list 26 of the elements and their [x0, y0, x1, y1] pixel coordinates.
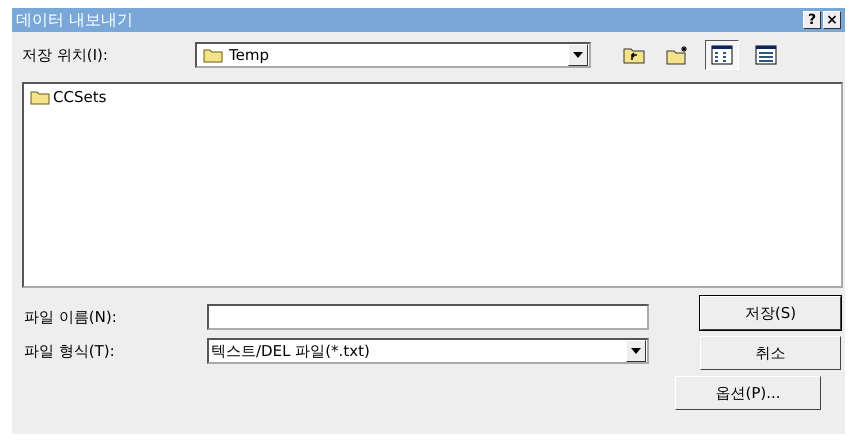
dropdown-button[interactable] — [568, 44, 588, 66]
dropdown-arrow-icon — [631, 348, 641, 354]
dropdown-button[interactable] — [626, 340, 646, 362]
dropdown-arrow-icon — [573, 52, 583, 58]
save-button[interactable]: 저장(S) — [700, 296, 841, 330]
toolbar-button[interactable] — [705, 40, 739, 70]
close-button[interactable]: × — [823, 11, 841, 29]
new-folder-icon — [666, 45, 690, 65]
file-item[interactable]: CCSets — [28, 88, 108, 106]
file-type-value: 텍스트/DEL 파일(*.txt) — [211, 342, 371, 360]
file-name-label: 파일 이름(N): — [24, 308, 118, 326]
save-location-label: 저장 위치(I): — [22, 46, 109, 64]
help-button[interactable]: ? — [803, 11, 821, 29]
file-type-label: 파일 형식(T): — [24, 342, 116, 360]
save-location-value: Temp — [229, 46, 270, 64]
file-name-field[interactable] — [207, 304, 649, 330]
file-type-dropdown[interactable]: 텍스트/DEL 파일(*.txt) — [207, 338, 649, 364]
window-title: 데이터 내보내기 — [16, 10, 134, 30]
up-folder-icon — [623, 46, 645, 64]
list-view-icon — [711, 45, 733, 65]
cancel-button[interactable]: 취소 — [700, 336, 841, 370]
save-location-dropdown[interactable]: Temp — [195, 42, 591, 68]
options-button[interactable]: 옵션(P)... — [675, 376, 821, 410]
folder-icon — [203, 47, 223, 63]
folder-icon — [30, 89, 50, 105]
details-view-icon — [755, 45, 777, 65]
